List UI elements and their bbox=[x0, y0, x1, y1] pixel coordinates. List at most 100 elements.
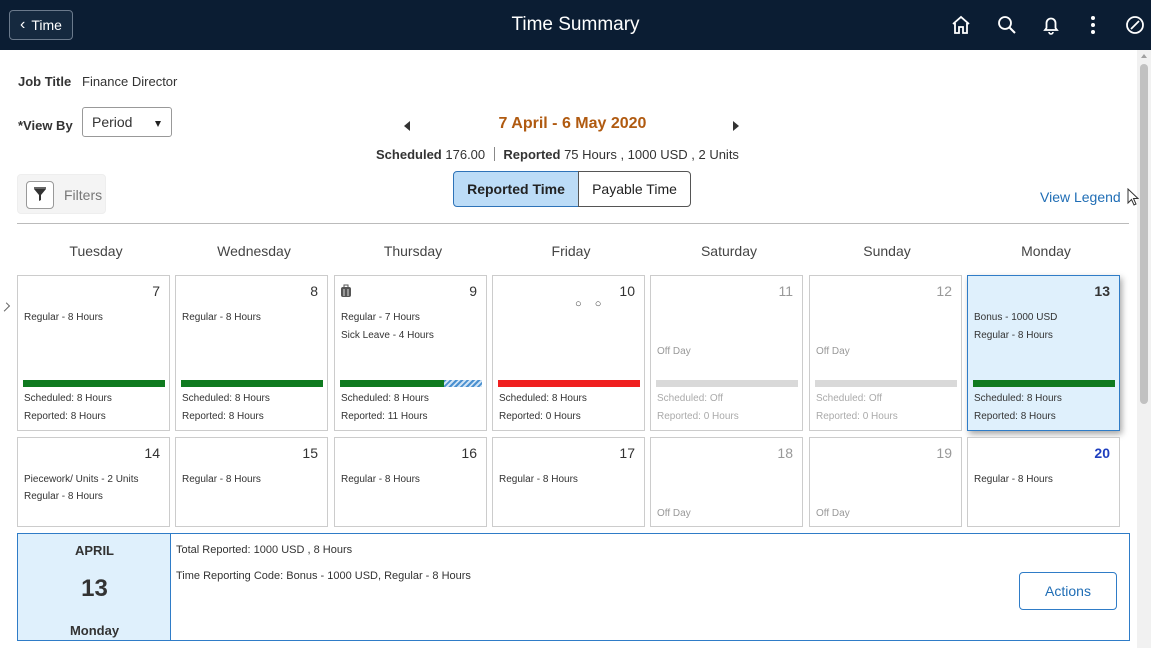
day-cell[interactable]: 18 Off Day bbox=[650, 437, 803, 527]
time-entry: Regular - 8 Hours bbox=[341, 474, 420, 485]
page-title: Time Summary bbox=[511, 14, 640, 35]
next-period-icon[interactable] bbox=[733, 121, 739, 131]
scheduled-text: Scheduled: Off bbox=[816, 393, 882, 404]
status-bar bbox=[340, 380, 444, 387]
chevron-down-icon bbox=[155, 121, 161, 127]
home-icon[interactable] bbox=[948, 12, 974, 38]
selected-date-block: APRIL 13 Monday bbox=[18, 534, 171, 640]
more-options-icon[interactable] bbox=[1080, 12, 1106, 38]
day-cell[interactable]: 16 Regular - 8 Hours bbox=[334, 437, 487, 527]
reported-text: Reported: 0 Hours bbox=[657, 411, 739, 422]
day-cell-selected[interactable]: 13 Bonus - 1000 USD Regular - 8 Hours Sc… bbox=[967, 275, 1120, 431]
day-cell[interactable]: 7 Regular - 8 Hours Scheduled: 8 Hours R… bbox=[17, 275, 170, 431]
total-reported: Total Reported: 1000 USD , 8 Hours bbox=[176, 544, 352, 556]
previous-period-icon[interactable] bbox=[404, 121, 410, 131]
summary-separator bbox=[493, 147, 495, 161]
time-entry: Regular - 8 Hours bbox=[974, 330, 1053, 341]
time-entry: Bonus - 1000 USD bbox=[974, 312, 1058, 323]
reported-text: Reported: 0 Hours bbox=[816, 411, 898, 422]
day-number: 18 bbox=[777, 445, 793, 461]
period-title: 7 April - 6 May 2020 bbox=[498, 115, 647, 132]
time-entry: Regular - 8 Hours bbox=[24, 312, 103, 323]
day-number: 17 bbox=[619, 445, 635, 461]
day-number: 19 bbox=[936, 445, 952, 461]
search-icon[interactable] bbox=[994, 12, 1020, 38]
off-day-label: Off Day bbox=[657, 508, 691, 519]
filter-icon bbox=[26, 181, 54, 209]
weekday-header: Monday bbox=[1021, 243, 1071, 259]
scrollbar-thumb[interactable] bbox=[1140, 64, 1148, 404]
day-number: 7 bbox=[152, 283, 160, 299]
scheduled-text: Scheduled: 8 Hours bbox=[182, 393, 270, 404]
weekday-header: Tuesday bbox=[69, 243, 123, 259]
bell-icon[interactable] bbox=[1038, 12, 1064, 38]
status-bar bbox=[815, 380, 957, 387]
scroll-up-icon[interactable] bbox=[1141, 54, 1147, 58]
reported-value: 75 Hours , 1000 USD , 2 Units bbox=[564, 147, 739, 162]
day-cell[interactable]: 17 Regular - 8 Hours bbox=[492, 437, 645, 527]
status-bar bbox=[498, 380, 640, 387]
day-cell[interactable]: 9 Regular - 7 Hours Sick Leave - 4 Hours… bbox=[334, 275, 487, 431]
weekday-header: Saturday bbox=[700, 243, 758, 259]
time-reporting-code: Time Reporting Code: Bonus - 1000 USD, R… bbox=[176, 570, 471, 582]
time-entry: Regular - 8 Hours bbox=[24, 491, 103, 502]
period-summary: Scheduled 176.00 Reported 75 Hours , 100… bbox=[376, 147, 739, 162]
reported-text: Reported: 11 Hours bbox=[341, 411, 428, 422]
scheduled-text: Scheduled: Off bbox=[657, 393, 723, 404]
overage-bar bbox=[444, 380, 482, 387]
day-cell[interactable]: 19 Off Day bbox=[809, 437, 962, 527]
status-bar bbox=[656, 380, 798, 387]
tab-reported-time[interactable]: Reported Time bbox=[453, 171, 579, 207]
day-cell[interactable]: 20 Regular - 8 Hours bbox=[967, 437, 1120, 527]
job-title-label: Job Title bbox=[18, 74, 72, 89]
reported-text: Reported: 8 Hours bbox=[24, 411, 106, 422]
tab-payable-time[interactable]: Payable Time bbox=[578, 171, 691, 207]
weekday-header: Wednesday bbox=[217, 243, 291, 259]
day-cell[interactable]: 8 Regular - 8 Hours Scheduled: 8 Hours R… bbox=[175, 275, 328, 431]
time-entry: Regular - 8 Hours bbox=[974, 474, 1053, 485]
total-reported-value: 1000 USD , 8 Hours bbox=[253, 544, 353, 556]
reported-text: Reported: 8 Hours bbox=[182, 411, 264, 422]
day-cell[interactable]: 12 Off Day Scheduled: Off Reported: 0 Ho… bbox=[809, 275, 962, 431]
time-entry: Regular - 8 Hours bbox=[182, 474, 261, 485]
actions-button[interactable]: Actions bbox=[1019, 572, 1117, 610]
day-number: 9 bbox=[469, 283, 477, 299]
day-cell[interactable]: 15 Regular - 8 Hours bbox=[175, 437, 328, 527]
day-detail-panel: APRIL 13 Monday Total Reported: 1000 USD… bbox=[17, 533, 1130, 641]
scheduled-text: Scheduled: 8 Hours bbox=[499, 393, 587, 404]
off-day-label: Off Day bbox=[816, 508, 850, 519]
filters-button[interactable]: Filters bbox=[17, 174, 106, 214]
weekday-header: Sunday bbox=[863, 243, 911, 259]
time-entry: Piecework/ Units - 2 Units bbox=[24, 474, 139, 485]
view-by-select[interactable]: Period bbox=[82, 107, 172, 137]
trc-value: Bonus - 1000 USD, Regular - 8 Hours bbox=[286, 570, 471, 582]
time-entry: Sick Leave - 4 Hours bbox=[341, 330, 434, 341]
detail-day: 13 bbox=[81, 575, 108, 602]
day-cell[interactable]: 14 Piecework/ Units - 2 Units Regular - … bbox=[17, 437, 170, 527]
day-number: 16 bbox=[461, 445, 477, 461]
compass-icon[interactable] bbox=[1122, 12, 1148, 38]
total-reported-label: Total Reported: bbox=[176, 544, 251, 556]
weekday-header: Thursday bbox=[383, 243, 443, 259]
reported-label: Reported bbox=[503, 147, 561, 162]
view-by-label: *View By bbox=[18, 118, 73, 133]
briefcase-icon bbox=[340, 284, 352, 303]
filters-label: Filters bbox=[64, 187, 103, 203]
off-day-label: Off Day bbox=[816, 346, 850, 357]
scheduled-text: Scheduled: 8 Hours bbox=[974, 393, 1062, 404]
day-cell[interactable]: 10 ○ ○ Scheduled: 8 Hours Reported: 0 Ho… bbox=[492, 275, 645, 431]
day-number-today: 20 bbox=[1094, 445, 1110, 461]
scheduled-value: 176.00 bbox=[445, 147, 486, 162]
view-legend-link[interactable]: View Legend bbox=[1040, 189, 1121, 205]
divider bbox=[17, 223, 1129, 224]
chevron-left-icon bbox=[0, 302, 11, 312]
scheduled-text: Scheduled: 8 Hours bbox=[24, 393, 112, 404]
status-bar bbox=[181, 380, 323, 387]
vertical-scrollbar[interactable] bbox=[1137, 50, 1151, 648]
time-entry: Regular - 8 Hours bbox=[182, 312, 261, 323]
weekday-header: Friday bbox=[551, 243, 591, 259]
day-number: 13 bbox=[1094, 283, 1110, 299]
exception-marks: ○ ○ bbox=[575, 298, 607, 310]
detail-month: APRIL bbox=[75, 543, 114, 558]
day-cell[interactable]: 11 Off Day Scheduled: Off Reported: 0 Ho… bbox=[650, 275, 803, 431]
